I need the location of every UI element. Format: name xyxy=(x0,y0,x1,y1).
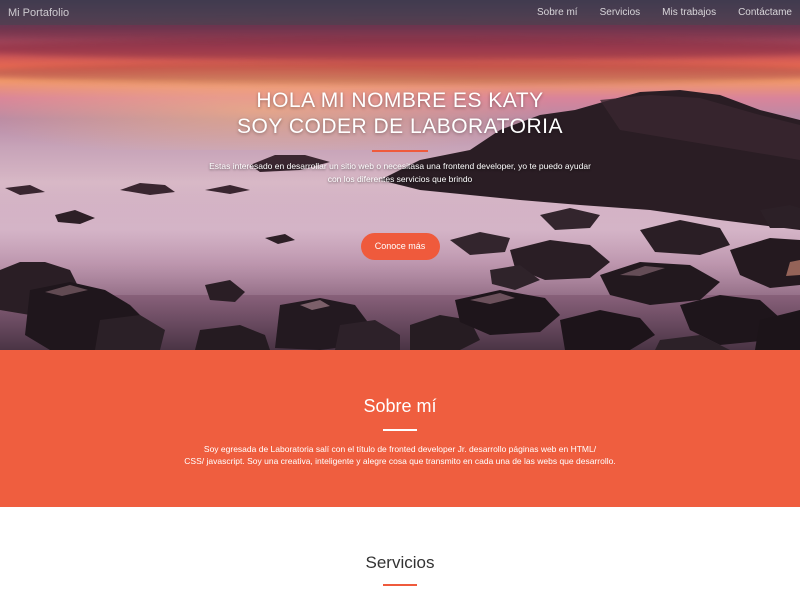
about-divider xyxy=(383,429,417,431)
nav-links: Sobre mí Servicios Mis trabajos Contácta… xyxy=(515,7,792,18)
nav-link-sobre-mi[interactable]: Sobre mí xyxy=(537,7,578,18)
services-title: Servicios xyxy=(365,553,435,572)
services-divider xyxy=(383,584,417,586)
hero-section: HOLA MI NOMBRE ES KATY SOY CODER DE LABO… xyxy=(0,0,800,350)
nav-link-mis-trabajos[interactable]: Mis trabajos xyxy=(662,7,716,18)
hero-title-line2: SOY CODER DE LABORATORIA xyxy=(237,115,563,138)
about-section: Sobre mí Soy egresada de Laboratoria sal… xyxy=(0,350,800,507)
hero-content: HOLA MI NOMBRE ES KATY SOY CODER DE LABO… xyxy=(0,88,800,260)
hero-divider xyxy=(372,150,428,152)
services-section: Servicios xyxy=(0,507,800,600)
about-text-line1: Soy egresada de Laboratoria salí con el … xyxy=(203,444,597,454)
brand-link[interactable]: Mi Portafolio xyxy=(8,7,69,19)
about-text-line2: CSS/ javascript. Soy una creativa, intel… xyxy=(184,456,616,466)
hero-text-line1: Estas interesado en desarrollar un sitio… xyxy=(209,161,591,171)
nav-link-contactame[interactable]: Contáctame xyxy=(738,7,792,18)
hero-title-line1: HOLA MI NOMBRE ES KATY xyxy=(256,89,544,112)
hero-title: HOLA MI NOMBRE ES KATY SOY CODER DE LABO… xyxy=(0,88,800,140)
nav-link-servicios[interactable]: Servicios xyxy=(600,7,641,18)
hero-description: Estas interesado en desarrollar un sitio… xyxy=(200,160,600,186)
hero-text-line2: con los diferentes servicios que brindo xyxy=(327,174,473,184)
navbar: Mi Portafolio Sobre mí Servicios Mis tra… xyxy=(0,0,800,25)
conoce-mas-button[interactable]: Conoce más xyxy=(360,233,440,260)
about-description: Soy egresada de Laboratoria salí con el … xyxy=(180,443,620,467)
about-title: Sobre mí xyxy=(363,396,437,416)
